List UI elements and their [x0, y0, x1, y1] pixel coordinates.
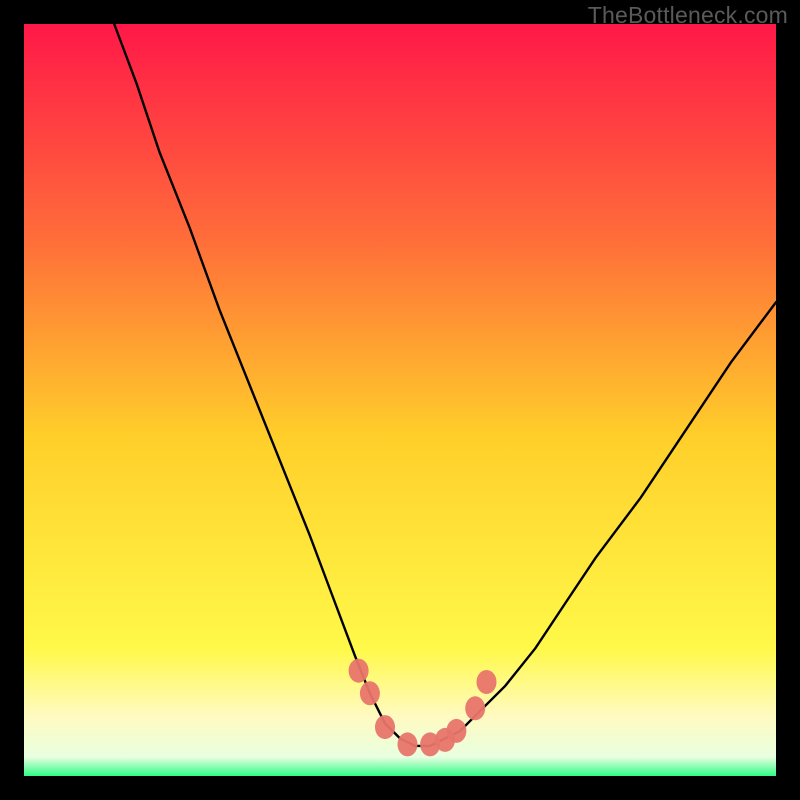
curve-marker — [375, 715, 395, 739]
chart-frame: TheBottleneck.com — [0, 0, 800, 800]
gradient-background — [24, 24, 776, 776]
curve-marker — [398, 732, 418, 756]
chart-svg — [24, 24, 776, 776]
curve-marker — [349, 659, 369, 683]
curve-marker — [477, 670, 497, 694]
curve-marker — [446, 719, 466, 743]
curve-marker — [360, 681, 380, 705]
plot-area — [24, 24, 776, 776]
curve-marker — [465, 696, 485, 720]
watermark-text: TheBottleneck.com — [588, 2, 788, 29]
